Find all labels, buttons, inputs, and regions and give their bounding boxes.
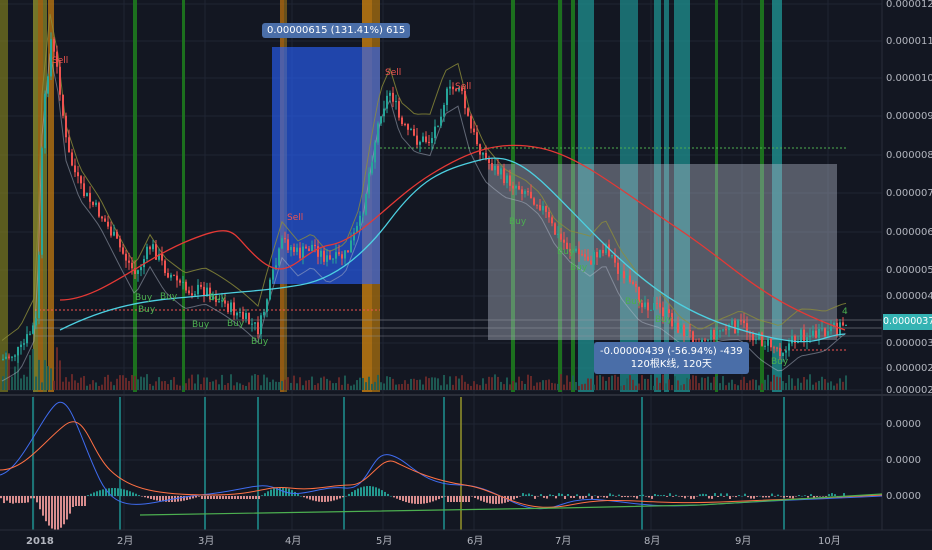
svg-text:0.00000700: 0.00000700 <box>886 188 932 199</box>
sell-label: Sell <box>287 213 303 223</box>
svg-text:0.00000320: 0.00000320 <box>886 338 932 349</box>
buy-label: Buy <box>625 297 643 307</box>
svg-text:0.0000: 0.0000 <box>886 455 921 466</box>
buy-label: Buy <box>251 337 269 347</box>
svg-text:5月: 5月 <box>376 535 392 547</box>
svg-text:0.0000: 0.0000 <box>886 419 921 430</box>
svg-text:2018: 2018 <box>26 536 54 547</box>
buy-label: Buy <box>160 292 178 302</box>
svg-text:0.0000: 0.0000 <box>886 491 921 502</box>
svg-text:0.00000900: 0.00000900 <box>886 111 932 122</box>
measure-down-tooltip: -0.00000439 (-56.94%) -439 120根K线, 120天 <box>594 342 749 374</box>
svg-text:10月: 10月 <box>818 535 841 547</box>
svg-text:7月: 7月 <box>555 535 571 547</box>
buy-label: Buy <box>209 293 227 303</box>
signal-count: 4 <box>842 307 848 317</box>
buy-label: Buy <box>192 320 210 330</box>
buy-label: Buy <box>557 247 575 257</box>
svg-text:4月: 4月 <box>285 535 301 547</box>
svg-text:0.00001000: 0.00001000 <box>886 73 932 84</box>
current-price-label: 0.00000372 <box>883 314 932 330</box>
svg-text:0.00000500: 0.00000500 <box>886 265 932 276</box>
svg-text:9月: 9月 <box>735 535 751 547</box>
svg-text:0.00000600: 0.00000600 <box>886 227 932 238</box>
buy-label: Buy <box>655 315 673 325</box>
sell-label: Sell <box>385 68 401 78</box>
buy-label: Buy <box>509 217 527 227</box>
svg-text:8月: 8月 <box>644 535 660 547</box>
buy-label: Buy <box>771 357 789 367</box>
sell-label: Sell <box>455 82 471 92</box>
buy-label: Buy <box>135 293 153 303</box>
measure-up-tooltip: 0.00000615 (131.41%) 615 <box>262 23 411 38</box>
svg-text:2月: 2月 <box>117 535 133 547</box>
svg-text:0.00000260: 0.00000260 <box>886 363 932 374</box>
svg-text:0.00001100: 0.00001100 <box>886 36 932 47</box>
buy-label: Buy <box>138 305 156 315</box>
svg-text:3月: 3月 <box>198 535 214 547</box>
svg-text:0.00000800: 0.00000800 <box>886 150 932 161</box>
measure-down-line2: 120根K线, 120天 <box>630 359 712 370</box>
price-chart[interactable]: Sell Sell Sell Sell Buy Buy Buy Buy Buy … <box>0 0 932 550</box>
buy-label: Buy <box>227 319 245 329</box>
svg-text:6月: 6月 <box>467 535 483 547</box>
svg-text:0.00001200: 0.00001200 <box>886 0 932 10</box>
buy-label: Buy <box>570 263 588 273</box>
sell-label: Sell <box>52 56 68 66</box>
svg-text:0.00000440: 0.00000440 <box>886 291 932 302</box>
measure-down-line1: -0.00000439 (-56.94%) -439 <box>600 346 743 357</box>
